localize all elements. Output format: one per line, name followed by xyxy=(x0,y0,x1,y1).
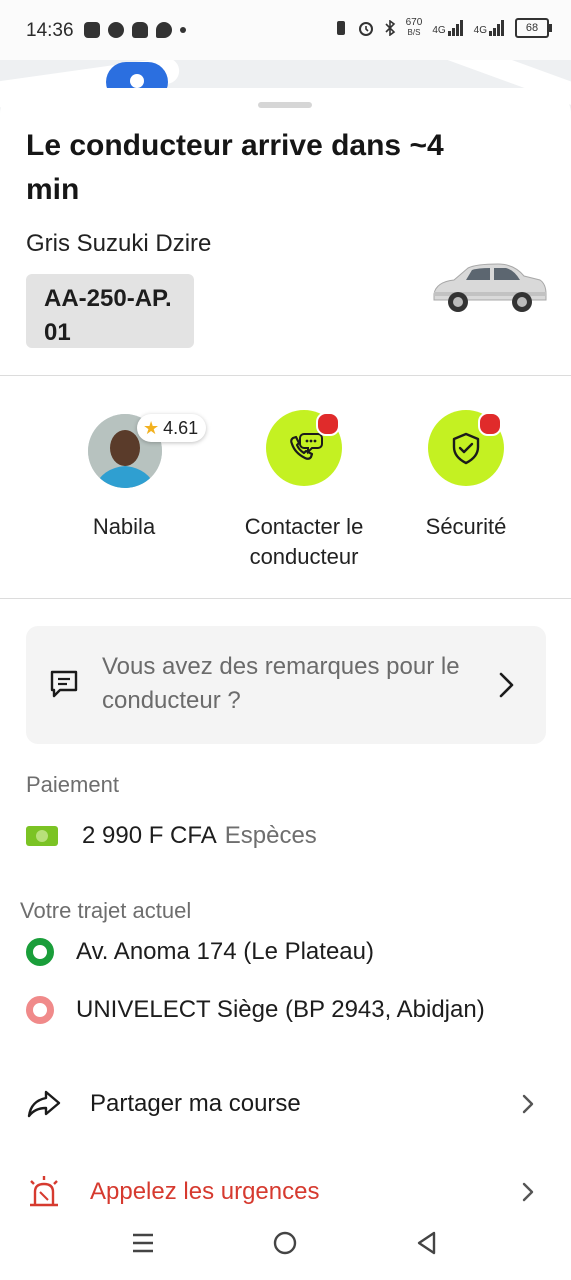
emergency-call-label: Appelez les urgences xyxy=(90,1178,320,1205)
license-plate: AA-250-AP. 01 xyxy=(26,274,194,348)
signal-bars-icon xyxy=(447,20,463,36)
snapchat-icon xyxy=(132,22,148,38)
signal-1: 4G xyxy=(432,20,463,36)
arrival-title: Le conducteur arrive dans ~4 min xyxy=(26,129,444,206)
chevron-right-icon xyxy=(522,1094,534,1114)
cash-icon xyxy=(26,826,58,846)
system-navigation-bar xyxy=(0,1212,571,1280)
chat-icon xyxy=(156,22,172,38)
net-speed-unit: B/S xyxy=(407,28,421,37)
notification-icons xyxy=(84,22,186,38)
network-speed: 670 B/S xyxy=(406,18,423,38)
driver-rating: 4.61 xyxy=(163,417,199,438)
safety-label: Sécurité xyxy=(425,514,507,539)
signal-1-label: 4G xyxy=(432,25,446,36)
vibrate-icon xyxy=(336,21,345,35)
recent-apps-icon[interactable] xyxy=(130,1230,156,1256)
back-icon[interactable] xyxy=(414,1230,440,1256)
pickup-dot-icon xyxy=(26,938,54,966)
destination-dot-icon xyxy=(26,996,54,1024)
payment-section-label: Paiement xyxy=(26,772,119,797)
status-right: 670 B/S 4G 4G 68 xyxy=(334,18,552,38)
destination-stop: UNIVELECT Siège (BP 2943, Abidjan) xyxy=(26,996,485,1024)
app-notification-icon xyxy=(84,22,100,38)
net-speed-value: 670 xyxy=(405,17,423,28)
driver-name: Nabila xyxy=(92,514,156,539)
home-icon[interactable] xyxy=(272,1230,298,1256)
pickup-stop: Av. Anoma 174 (Le Plateau) xyxy=(26,938,374,966)
signal-bars-icon xyxy=(489,20,504,36)
driver-rating-badge: ★ 4.61 xyxy=(137,414,207,442)
payment-amount: 2 990 F CFA xyxy=(82,822,217,849)
battery-icon: 68 xyxy=(515,18,552,38)
signal-2-label: 4G xyxy=(473,25,487,36)
safety-notification-badge xyxy=(478,412,502,436)
car-image xyxy=(433,263,547,312)
siren-icon xyxy=(30,1176,58,1207)
emergency-call-row[interactable]: Appelez les urgences xyxy=(26,1170,546,1214)
divider xyxy=(0,598,571,599)
status-bar: 14:36 670 B/S 4G 4G 68 xyxy=(0,0,571,60)
pickup-address: Av. Anoma 174 (Le Plateau) xyxy=(76,938,374,965)
payment-method: Espèces xyxy=(224,822,317,849)
more-notifications-icon xyxy=(180,27,186,33)
contact-notification-badge xyxy=(316,412,340,436)
chevron-right-icon xyxy=(499,672,514,698)
star-icon: ★ xyxy=(143,417,160,438)
alarm-icon xyxy=(358,22,373,36)
divider xyxy=(0,375,571,376)
drag-handle[interactable] xyxy=(258,102,312,108)
chevron-right-icon xyxy=(522,1182,534,1202)
bluetooth-icon xyxy=(385,20,395,36)
status-time: 14:36 xyxy=(26,20,74,41)
share-ride-row[interactable]: Partager ma course xyxy=(26,1082,546,1126)
signal-2: 4G xyxy=(474,20,505,36)
route-section-label: Votre trajet actuel xyxy=(20,898,192,923)
battery-level: 68 xyxy=(525,22,539,34)
driver-remarks-prompt: Vous avez des remarques pour le conducte… xyxy=(102,653,460,714)
license-plate-text: AA-250-AP. 01 xyxy=(44,285,172,346)
car-description: Gris Suzuki Dzire xyxy=(26,230,212,257)
whatsapp-icon xyxy=(108,22,124,38)
destination-address: UNIVELECT Siège (BP 2943, Abidjan) xyxy=(76,996,485,1023)
driver-remarks-button[interactable]: Vous avez des remarques pour le conducte… xyxy=(26,626,546,744)
share-ride-label: Partager ma course xyxy=(90,1090,301,1117)
payment-row: 2 990 F CFA Espèces xyxy=(26,822,317,850)
trip-bottom-sheet: Le conducteur arrive dans ~4 min Gris Su… xyxy=(0,88,571,1280)
message-icon xyxy=(50,670,78,698)
contact-driver-label: Contacter le conducteur xyxy=(244,514,364,569)
share-arrow-icon xyxy=(27,1090,61,1118)
